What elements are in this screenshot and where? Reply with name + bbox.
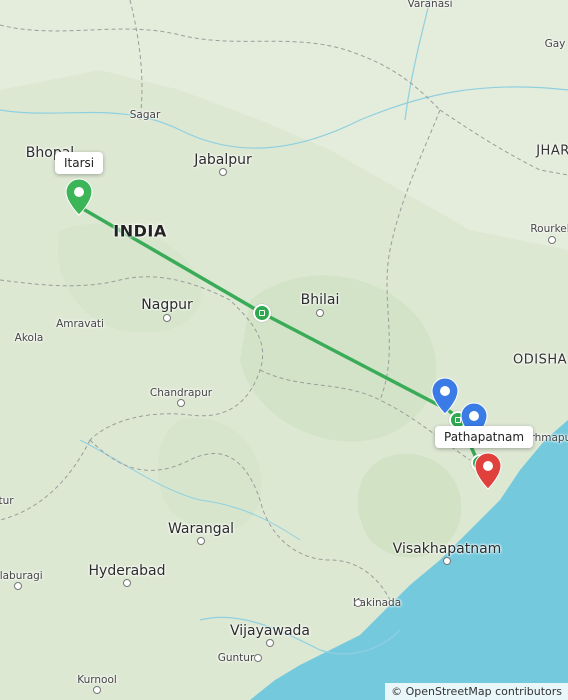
start-pin-icon[interactable] — [65, 178, 93, 216]
place-label-vijayawada: Vijayawada — [230, 623, 310, 639]
state-label-jharkhand: JHAR — [536, 143, 568, 159]
place-label-akola: Akola — [14, 332, 44, 344]
place-label-hyderabad: Hyderabad — [88, 563, 166, 579]
place-label-amravati: Amravati — [56, 318, 104, 330]
place-dot-bhilai — [316, 309, 324, 317]
place-label-kurnool: Kurnool — [77, 674, 117, 686]
place-dot-kakinada — [354, 599, 362, 607]
place-label-jabalpur: Jabalpur — [194, 152, 252, 168]
place-dot-warangal — [197, 537, 205, 545]
place-dot-rourkela — [548, 236, 556, 244]
place-dot-visakhapatnam — [443, 557, 451, 565]
place-label-nagpur: Nagpur — [141, 297, 193, 313]
place-label-tur: tur — [0, 495, 14, 507]
map-base-layer — [0, 0, 568, 700]
place-dot-kurnool — [93, 686, 101, 694]
waypoint-pin-icon[interactable] — [431, 377, 459, 415]
map-canvas[interactable]: Varanasi Gay Sagar Bhopal Jabalpur INDIA… — [0, 0, 568, 700]
end-tooltip: Pathapatnam — [435, 426, 534, 448]
place-dot-vijayawada — [266, 639, 274, 647]
place-label-kalaburagi: alaburagi — [0, 570, 43, 582]
place-label-chandrapur: Chandrapur — [149, 387, 213, 399]
place-label-gaya: Gay — [544, 38, 566, 50]
place-label-brahmapur: rhmapur — [530, 432, 568, 444]
place-label-bhilai: Bhilai — [300, 292, 340, 308]
country-label-india: INDIA — [113, 221, 167, 241]
start-tooltip: Itarsi — [55, 152, 104, 174]
place-dot-guntur — [254, 654, 262, 662]
place-label-sagar: Sagar — [129, 109, 161, 121]
place-label-varanasi: Varanasi — [407, 0, 453, 10]
place-label-guntur: Guntur — [217, 652, 255, 664]
place-dot-chandrapur — [177, 399, 185, 407]
rail-icon[interactable] — [253, 304, 271, 322]
place-dot-hyderabad — [123, 579, 131, 587]
place-label-warangal: Warangal — [167, 521, 235, 537]
state-label-odisha: ODISHA — [513, 352, 567, 368]
end-pin-icon[interactable] — [474, 452, 502, 490]
place-dot-jabalpur — [219, 168, 227, 176]
place-label-visakhapatnam: Visakhapatnam — [392, 541, 502, 557]
place-dot-kalaburagi — [14, 582, 22, 590]
place-dot-nagpur — [163, 314, 171, 322]
map-attribution[interactable]: © OpenStreetMap contributors — [385, 683, 568, 700]
place-label-rourkela: Rourkel — [530, 223, 568, 235]
